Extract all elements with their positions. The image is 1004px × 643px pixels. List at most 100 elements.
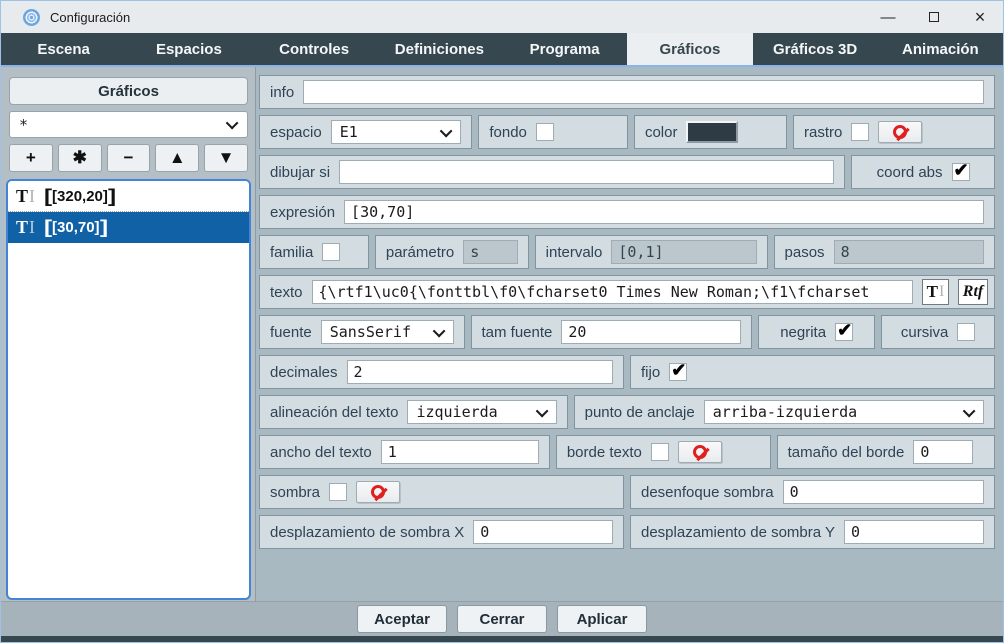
rastro-label: rastro [804, 124, 842, 141]
cerrar-button[interactable]: Cerrar [457, 605, 547, 633]
intervalo-label: intervalo [546, 244, 603, 261]
cursiva-checkbox[interactable] [957, 323, 975, 341]
alineacion-cell: alineación del texto izquierda [259, 395, 568, 429]
cursiva-cell: cursiva [881, 315, 995, 349]
tam-fuente-field[interactable] [561, 320, 741, 344]
texto-cell: texto TI Rtf [259, 275, 995, 309]
window-bottom-edge [1, 636, 1003, 642]
ancho-texto-field[interactable] [381, 440, 539, 464]
list-item-label: [[320,20]] [44, 186, 116, 207]
rastro-checkbox[interactable] [851, 123, 869, 141]
fondo-checkbox[interactable] [536, 123, 554, 141]
expresion-label: expresión [270, 204, 335, 221]
tab-controles[interactable]: Controles [252, 33, 377, 65]
despl-y-field[interactable] [844, 520, 984, 544]
color-cell: color [634, 115, 787, 149]
tab-espacios[interactable]: Espacios [126, 33, 251, 65]
fijo-checkbox[interactable] [669, 363, 687, 381]
list-item[interactable]: TI[[320,20]] [8, 181, 249, 212]
borde-nosign-button[interactable] [678, 441, 722, 463]
alineacion-label: alineación del texto [270, 404, 398, 421]
texto-field[interactable] [312, 280, 913, 304]
sombra-checkbox[interactable] [329, 483, 347, 501]
configuration-window: Configuración — × EscenaEspaciosControle… [0, 0, 1004, 643]
tam-fuente-label: tam fuente [482, 324, 553, 341]
graphics-list[interactable]: TI[[320,20]]TI[[30,70]] [6, 179, 251, 600]
rastro-cell: rastro [793, 115, 995, 149]
chevron-down-icon [440, 124, 453, 137]
borde-texto-cell: borde texto [556, 435, 771, 469]
fuente-combo[interactable]: SansSerif [321, 320, 454, 344]
tamano-borde-cell: tamaño del borde [777, 435, 995, 469]
remove-button[interactable]: − [107, 144, 151, 172]
list-item-label: [[30,70]] [44, 217, 108, 238]
plain-text-button[interactable]: TI [922, 279, 949, 305]
app-icon [23, 9, 40, 26]
maximize-button[interactable] [911, 1, 957, 33]
tab-programa[interactable]: Programa [502, 33, 627, 65]
anclaje-combo[interactable]: arriba-izquierda [704, 400, 984, 424]
pasos-field [834, 240, 984, 264]
asterisk-button[interactable]: ✱ [58, 144, 102, 172]
borde-texto-label: borde texto [567, 444, 642, 461]
rtf-button[interactable]: Rtf [958, 279, 988, 305]
familia-cell: familia [259, 235, 369, 269]
tab-definiciones[interactable]: Definiciones [377, 33, 502, 65]
window-title: Configuración [50, 10, 130, 25]
despl-x-field[interactable] [473, 520, 613, 544]
move-down-button[interactable]: ▼ [204, 144, 248, 172]
pasos-cell: pasos [774, 235, 995, 269]
tab-gráficos-3d[interactable]: Gráficos 3D [753, 33, 878, 65]
expresion-cell: expresión [259, 195, 995, 229]
graphics-header: Gráficos [9, 77, 248, 105]
sombra-nosign-button[interactable] [356, 481, 400, 503]
expresion-field[interactable] [344, 200, 984, 224]
tamano-borde-field[interactable] [913, 440, 973, 464]
desenfoque-field[interactable] [783, 480, 984, 504]
parametro-label: parámetro [386, 244, 454, 261]
tab-escena[interactable]: Escena [1, 33, 126, 65]
sombra-label: sombra [270, 484, 320, 501]
negrita-checkbox[interactable] [835, 323, 853, 341]
color-swatch[interactable] [686, 121, 738, 143]
desenfoque-label: desenfoque sombra [641, 484, 774, 501]
dibujar-si-field[interactable] [339, 160, 834, 184]
anclaje-label: punto de anclaje [585, 404, 695, 421]
graphics-filter-combo[interactable]: * [9, 111, 248, 138]
tab-gráficos[interactable]: Gráficos [627, 33, 752, 65]
aplicar-button[interactable]: Aplicar [557, 605, 647, 633]
close-icon: × [975, 8, 986, 26]
dibujar-si-label: dibujar si [270, 164, 330, 181]
graphics-toolbar: +✱−▲▼ [9, 144, 248, 172]
add-button[interactable]: + [9, 144, 53, 172]
list-item[interactable]: TI[[30,70]] [8, 212, 249, 243]
decimales-cell: decimales [259, 355, 624, 389]
close-button[interactable]: × [957, 1, 1003, 33]
graphics-sidebar: Gráficos * +✱−▲▼ TI[[320,20]]TI[[30,70]] [1, 67, 256, 601]
move-up-button[interactable]: ▲ [155, 144, 199, 172]
familia-checkbox[interactable] [322, 243, 340, 261]
minimize-button[interactable]: — [865, 1, 911, 33]
borde-texto-checkbox[interactable] [651, 443, 669, 461]
aceptar-button[interactable]: Aceptar [357, 605, 447, 633]
rastro-nosign-button[interactable] [878, 121, 922, 143]
anclaje-value: arriba-izquierda [713, 403, 960, 421]
coord-abs-checkbox[interactable] [952, 163, 970, 181]
filter-value: * [19, 116, 229, 134]
sombra-cell: sombra [259, 475, 624, 509]
info-field[interactable] [303, 80, 984, 104]
alineacion-combo[interactable]: izquierda [407, 400, 556, 424]
graphic-properties-form: info espacio E1 fondo color [256, 67, 1003, 601]
anclaje-cell: punto de anclaje arriba-izquierda [574, 395, 995, 429]
espacio-combo[interactable]: E1 [331, 120, 462, 144]
despl-y-cell: desplazamiento de sombra Y [630, 515, 995, 549]
alineacion-value: izquierda [416, 403, 532, 421]
tab-bar: EscenaEspaciosControlesDefinicionesProgr… [1, 33, 1003, 65]
intervalo-cell: intervalo [535, 235, 768, 269]
decimales-field[interactable] [347, 360, 613, 384]
tab-animación[interactable]: Animación [878, 33, 1003, 65]
tam-fuente-cell: tam fuente [471, 315, 753, 349]
fuente-value: SansSerif [330, 323, 430, 341]
chevron-down-icon [432, 324, 445, 337]
chevron-down-icon [963, 404, 976, 417]
